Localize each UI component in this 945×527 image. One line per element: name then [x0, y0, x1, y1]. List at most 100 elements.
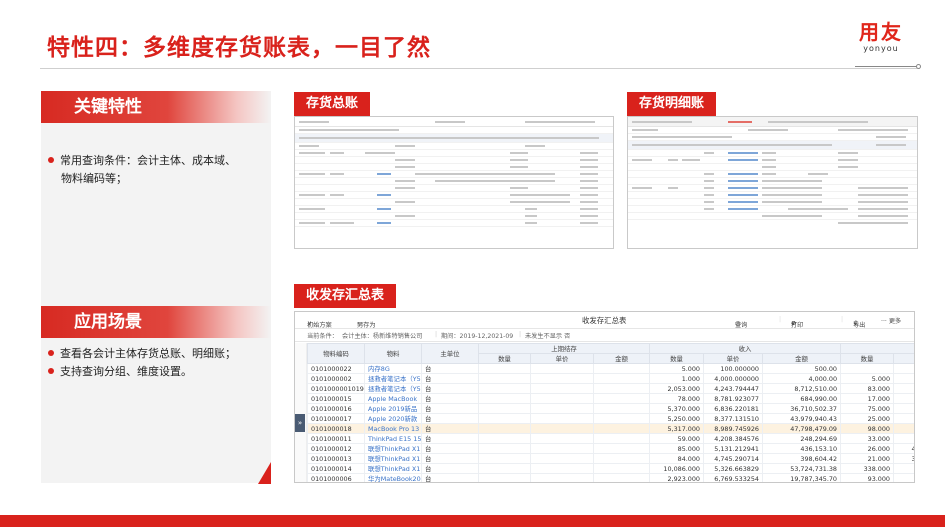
cell-rp: 4,745.290714	[703, 453, 763, 464]
summary-table: 物料编码 物料 主单位 上期结存 收入 发出 数量 单价 金额 数量 单价 金额	[307, 343, 914, 482]
condition-period[interactable]: 期间：2019-12,2021-09	[441, 331, 513, 340]
table-row[interactable]: 0101000006 华为MateBook20 台 2,923.000 6,769.53…	[307, 473, 914, 482]
cell-rp: 5,131.212941	[703, 443, 763, 454]
table-row[interactable]: 0101000017 Apple 2020新款台 5,250.000 8,377.13…	[307, 413, 914, 424]
col-receipt-amount[interactable]: 金额	[761, 353, 842, 364]
table-row[interactable]: 0101000001019拯救者笔记本（Y520）台 2,053.0004,243…	[307, 383, 914, 394]
detail-thumb-tabs	[628, 117, 917, 127]
cell-name[interactable]: 联想ThinkPad X1	[364, 453, 422, 464]
table-row[interactable]: 0101000013 联想ThinkPad X1 台 84.000 4,745.2907…	[307, 453, 914, 464]
col-opening-price[interactable]: 单价	[530, 353, 594, 364]
cell-iq: 5.000	[840, 373, 895, 384]
cell-name[interactable]: 内存8G	[364, 363, 422, 374]
cell-op	[530, 373, 594, 384]
table-row[interactable]: 0101000012 联想ThinkPad X1 台 85.000 5,131.2129…	[307, 443, 914, 454]
condition-entity[interactable]: 会计主体：杨新维特销售公司	[342, 331, 422, 340]
cell-oa	[593, 413, 650, 424]
col-issue-qty[interactable]: 数量	[840, 353, 895, 364]
cell-rp: 100.000000	[703, 363, 763, 374]
left-gutter	[295, 343, 307, 482]
cell-oa	[593, 363, 650, 374]
col-material-code[interactable]: 物料编码	[307, 343, 365, 364]
cell-ra: 53,724,731.38	[761, 463, 842, 474]
cell-op	[530, 403, 594, 414]
cell-ra: 36,710,502.37	[761, 403, 842, 414]
col-receipt-qty[interactable]: 数量	[649, 353, 704, 364]
cell-oq	[478, 473, 531, 482]
condition-unposted[interactable]: 未发生不显示 否	[525, 331, 570, 340]
cell-ip	[893, 373, 914, 384]
cell-name[interactable]: 拯救者笔记本（Y520）	[364, 383, 422, 394]
tag-ledger: 存货总账	[294, 92, 371, 116]
cell-ip: 3,962.420	[893, 453, 914, 464]
cell-name[interactable]: Apple MacBook	[364, 393, 422, 404]
yonyou-logo: 用友 yonyou	[850, 20, 912, 54]
cell-name[interactable]: ThinkPad E15 15	[364, 433, 422, 444]
slide-title: 特性四：多维度存货账表，一目了然	[47, 35, 431, 61]
ledger-thumb-header	[295, 134, 613, 143]
cell-unit: 台	[421, 443, 479, 454]
cell-ip: 3,871.82	[893, 433, 914, 444]
cell-ra: 500.00	[761, 363, 842, 374]
cell-code: 0101000014	[307, 463, 365, 474]
cell-name[interactable]: MacBook Pro 13	[364, 423, 422, 434]
col-opening-amount[interactable]: 金额	[593, 353, 650, 364]
group-issue: 发出	[840, 343, 914, 354]
cell-rp: 8,989.745926	[703, 423, 763, 434]
cell-ra: 398,604.42	[761, 453, 842, 464]
cell-unit: 台	[421, 363, 479, 374]
cell-name[interactable]: 拯救者笔记本（Y520）	[364, 373, 422, 384]
table-row[interactable]: 0101000014 联想ThinkPad X1 台 10,086.000 5,326.…	[307, 463, 914, 474]
cell-oq	[478, 423, 531, 434]
detail-thumbnail	[627, 116, 918, 249]
cell-iq: 25.000	[840, 413, 895, 424]
cell-ra: 4,000.00	[761, 373, 842, 384]
cell-oq	[478, 453, 531, 464]
summary-grid: 物料编码 物料 主单位 上期结存 收入 发出 数量 单价 金额 数量 单价 金额	[307, 343, 914, 482]
more-button[interactable]: ··· 更多	[881, 316, 901, 325]
col-opening-qty[interactable]: 数量	[478, 353, 531, 364]
cell-name[interactable]: Apple 2020新款	[364, 413, 422, 424]
cell-rq: 78.000	[649, 393, 704, 404]
cell-name[interactable]: 华为MateBook20	[364, 473, 422, 482]
cell-oa	[593, 463, 650, 474]
table-row[interactable]: 0101000016 Apple 2019新品台 5,370.000 6,836.22…	[307, 403, 914, 414]
condition-label: 当前条件：	[307, 333, 338, 340]
ledger-thumb-toolbar	[295, 117, 613, 127]
cell-ip: 595.528	[893, 463, 914, 474]
table-row[interactable]: 0101000018 MacBook Pro 13 台 5,317.000 8,989.…	[307, 423, 914, 434]
cell-rp: 4,243.794447	[703, 383, 763, 394]
cell-ra: 248,294.69	[761, 433, 842, 444]
bottom-bar	[0, 515, 945, 527]
table-row[interactable]: 0101000011 ThinkPad E15 15 台 59.000 4,208.38…	[307, 433, 914, 444]
table-row[interactable]: 0101000015 Apple MacBook 台 78.000 8,781.9230…	[307, 393, 914, 404]
cell-name[interactable]: 联想ThinkPad X1	[364, 443, 422, 454]
scenarios-bullet-1: 查看各会计主体存货总账、明细账；	[48, 344, 236, 363]
cell-code: 0101000016	[307, 403, 365, 414]
cell-iq: 338.000	[840, 463, 895, 474]
bullet-dot	[48, 350, 54, 356]
condition-divider: |	[435, 331, 438, 338]
cell-name[interactable]: Apple 2019新品	[364, 403, 422, 414]
cell-op	[530, 423, 594, 434]
col-unit[interactable]: 主单位	[421, 343, 479, 364]
cell-rp: 6,836.220181	[703, 403, 763, 414]
cell-oq	[478, 363, 531, 374]
table-row[interactable]: 0101000002拯救者笔记本（Y520）台 1.0004,000.000000…	[307, 373, 914, 384]
cell-ip: 1,005.25	[893, 413, 914, 424]
cell-oq	[478, 463, 531, 474]
ledger-thumb-cond	[295, 127, 613, 134]
cell-ra: 43,979,940.43	[761, 413, 842, 424]
col-receipt-price[interactable]: 单价	[703, 353, 763, 364]
cell-oq	[478, 413, 531, 424]
col-material[interactable]: 物料	[364, 343, 422, 364]
cell-code: 0101000006	[307, 473, 365, 482]
cell-unit: 台	[421, 373, 479, 384]
col-issue-price[interactable]: 单价	[893, 353, 914, 364]
cell-iq: 98.000	[840, 423, 895, 434]
cell-name[interactable]: 联想ThinkPad X1	[364, 463, 422, 474]
expand-panel-button[interactable]: »	[295, 414, 305, 432]
table-row[interactable]: 0101000022 内存8G 台 5.000 100.000000 500.00	[307, 363, 914, 374]
title-divider	[40, 68, 920, 69]
cell-ip: 4,778.761	[893, 443, 914, 454]
